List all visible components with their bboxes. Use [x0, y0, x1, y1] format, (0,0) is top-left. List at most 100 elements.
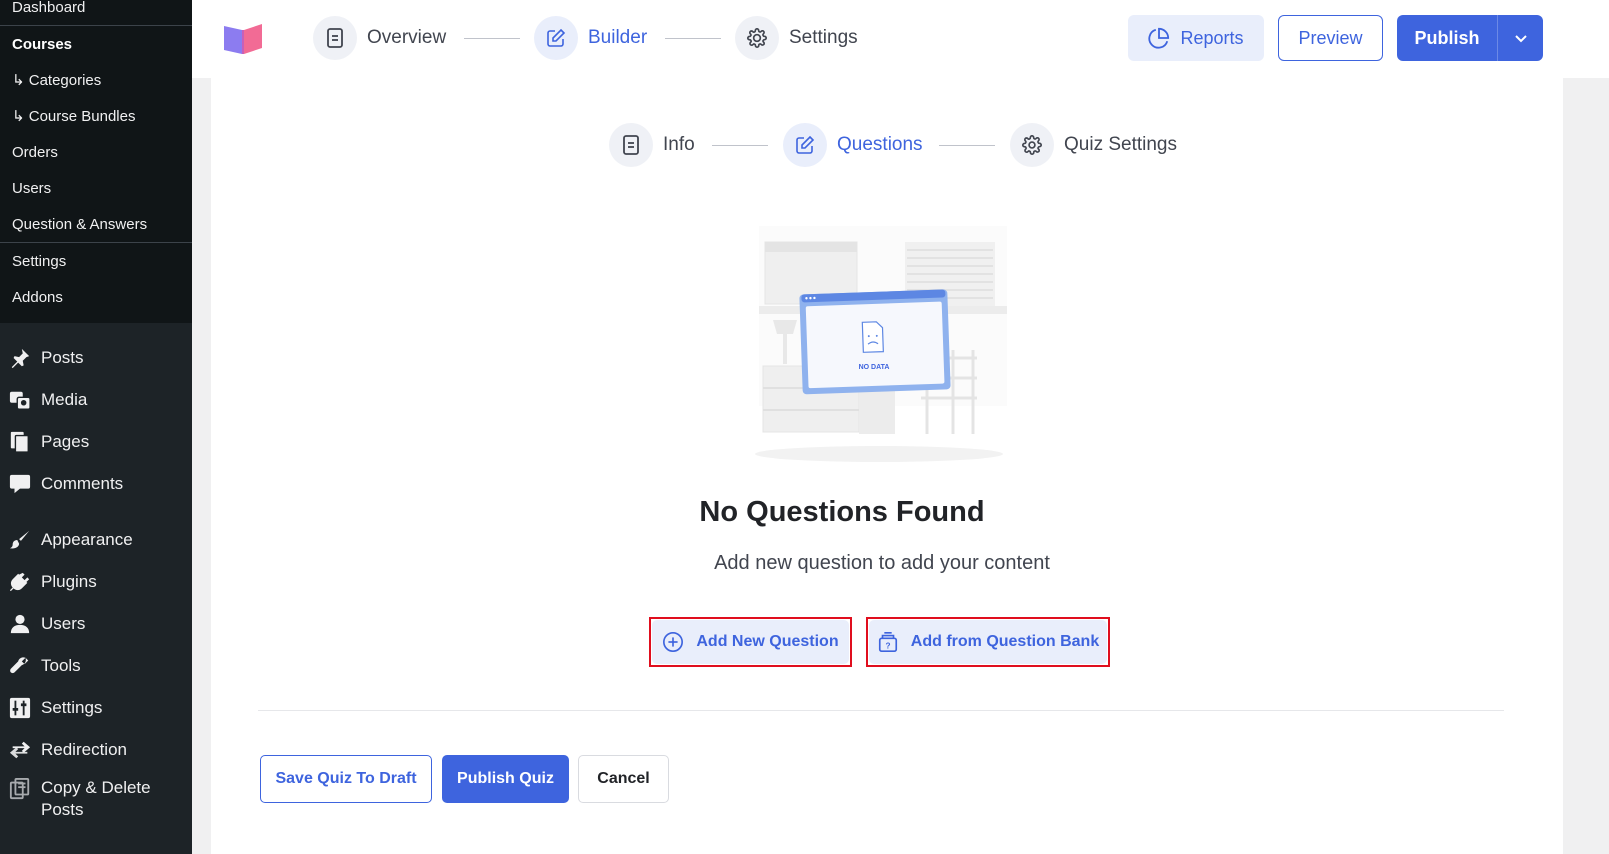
menu-label: Redirection [41, 740, 127, 759]
menu-pages[interactable]: Pages [0, 421, 192, 463]
step-overview[interactable]: Overview [313, 16, 446, 60]
menu-posts[interactable]: Posts [0, 337, 192, 379]
submenu-label: Orders [12, 143, 58, 161]
menu-label: Posts [41, 348, 84, 367]
right-gutter [1563, 78, 1609, 854]
submenu-label: ↳ Categories [12, 72, 102, 89]
wrench-icon [8, 654, 32, 678]
svg-text:?: ? [885, 641, 890, 650]
menu-label: Comments [41, 474, 124, 493]
menu-label: Media [41, 390, 88, 409]
no-data-text: NO DATA [859, 364, 890, 371]
brush-icon [8, 528, 32, 552]
submenu-categories[interactable]: ↳ Categories [0, 62, 192, 98]
menu-label: Settings [41, 698, 103, 717]
menu-media[interactable]: Media [0, 379, 192, 421]
submenu-dashboard[interactable]: Dashboard [0, 0, 192, 25]
step-settings[interactable]: Settings [735, 16, 858, 60]
pin-icon [8, 346, 32, 370]
add-from-question-bank-button[interactable]: ? Add from Question Bank [869, 620, 1107, 664]
submenu-label: Addons [12, 288, 63, 306]
submenu-addons[interactable]: Addons [0, 279, 192, 315]
quiz-step-questions[interactable]: Questions [783, 123, 923, 167]
step-connector [464, 38, 520, 39]
submenu-course-bundles[interactable]: ↳ Course Bundles [0, 98, 192, 134]
left-gutter [192, 78, 211, 854]
submenu-label: Users [12, 179, 52, 197]
submenu-orders[interactable]: Orders [0, 134, 192, 170]
builder-header: Overview Builder Settings Reports Previe… [192, 0, 1609, 78]
menu-appearance[interactable]: Appearance [0, 519, 192, 561]
no-data-illustration: NO DATA [737, 222, 1027, 472]
save-quiz-draft-button[interactable]: Save Quiz To Draft [260, 755, 432, 803]
submenu-label: Settings [12, 252, 67, 270]
save-draft-label: Save Quiz To Draft [275, 770, 417, 787]
step-label: Settings [789, 27, 858, 48]
submenu-courses[interactable]: Courses [0, 26, 192, 62]
menu-label: Plugins [41, 572, 97, 591]
step-label: Overview [367, 27, 447, 48]
menu-label: Pages [41, 432, 90, 451]
plug-icon [8, 570, 32, 594]
edit-icon [534, 16, 578, 60]
admin-sidebar: Dashboard Courses ↳ Categories ↳ Course … [0, 0, 192, 854]
add-new-question-label: Add New Question [696, 633, 839, 650]
courses-submenu: Dashboard Courses ↳ Categories ↳ Course … [0, 0, 192, 323]
publish-quiz-label: Publish Quiz [457, 770, 554, 787]
submenu-label: Dashboard [12, 0, 86, 16]
document-icon [313, 16, 357, 60]
quiz-step-settings[interactable]: Quiz Settings [1010, 123, 1177, 167]
menu-users[interactable]: Users [0, 603, 192, 645]
menu-label: Tools [41, 656, 81, 675]
menu-label: Appearance [41, 530, 133, 549]
empty-state-title: No Questions Found [699, 496, 985, 528]
gear-icon [1010, 123, 1054, 167]
step-builder[interactable]: Builder [534, 16, 647, 60]
menu-plugins[interactable]: Plugins [0, 561, 192, 603]
document-icon [609, 123, 653, 167]
media-icon [8, 388, 32, 412]
submenu-question-answers[interactable]: Question & Answers [0, 206, 192, 242]
footer-divider [258, 710, 1504, 711]
admin-main-menu: Posts Media Pages Comments Appearance Pl… [0, 323, 192, 827]
quiz-step-label: Info [663, 134, 695, 155]
gear-icon [735, 16, 779, 60]
menu-comments[interactable]: Comments [0, 463, 192, 505]
menu-separator [0, 505, 192, 519]
submenu-users[interactable]: Users [0, 170, 192, 206]
question-bank-icon: ? [877, 631, 899, 653]
chevron-down-icon[interactable] [1497, 15, 1543, 61]
reports-label: Reports [1180, 27, 1244, 48]
redirect-icon [8, 738, 32, 762]
reports-button[interactable]: Reports [1128, 15, 1264, 61]
submenu-label: Courses [12, 35, 73, 53]
cancel-button[interactable]: Cancel [578, 755, 669, 803]
submenu-settings[interactable]: Settings [0, 243, 192, 279]
submenu-label: Question & Answers [12, 215, 148, 233]
tutor-logo-icon[interactable] [222, 22, 266, 56]
add-new-question-button[interactable]: Add New Question [652, 620, 849, 664]
cancel-label: Cancel [597, 770, 650, 787]
preview-button[interactable]: Preview [1278, 15, 1383, 61]
publish-button-group: Publish [1397, 15, 1543, 61]
pie-chart-icon [1148, 27, 1170, 49]
quiz-step-connector [939, 145, 995, 146]
user-icon [8, 612, 32, 636]
publish-quiz-button[interactable]: Publish Quiz [442, 755, 569, 803]
submenu-label: ↳ Course Bundles [12, 108, 136, 125]
quiz-step-label: Questions [837, 134, 923, 155]
menu-redirection[interactable]: Redirection [0, 729, 192, 771]
step-connector [665, 38, 721, 39]
sliders-icon [8, 696, 32, 720]
publish-button[interactable]: Publish [1397, 28, 1497, 49]
empty-state-subtitle: Add new question to add your content [714, 552, 1050, 574]
menu-label: Copy & Delete Posts [41, 778, 151, 819]
pages-icon [8, 430, 32, 454]
quiz-step-info[interactable]: Info [609, 123, 695, 167]
menu-tools[interactable]: Tools [0, 645, 192, 687]
menu-settings[interactable]: Settings [0, 687, 192, 729]
comment-icon [8, 472, 32, 496]
quiz-step-connector [712, 145, 768, 146]
preview-label: Preview [1298, 27, 1363, 48]
menu-copy-delete-posts[interactable]: Copy & Delete Posts [0, 771, 192, 827]
